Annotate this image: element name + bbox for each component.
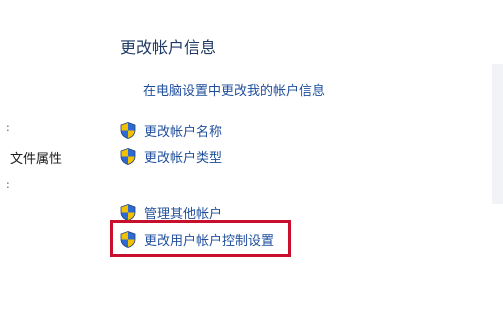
change-account-type-link[interactable]: 更改帐户类型 [120, 147, 223, 166]
uac-shield-icon [120, 147, 136, 165]
right-pane-edge [492, 64, 503, 204]
change-account-name-label: 更改帐户名称 [144, 124, 223, 140]
manage-other-accounts-link[interactable]: 管理其他帐户 [120, 203, 223, 222]
left-nav-marker: : [6, 121, 10, 134]
pc-settings-account-link[interactable]: 在电脑设置中更改我的帐户信息 [143, 80, 325, 99]
left-nav-pane: : 文件属性 : [0, 0, 100, 314]
change-account-name-link[interactable]: 更改帐户名称 [120, 121, 223, 140]
left-nav-item-file-properties[interactable]: 文件属性 [10, 148, 62, 167]
left-nav-marker: : [6, 178, 10, 191]
page-title: 更改帐户信息 [120, 38, 217, 57]
highlight-annotation-box [110, 220, 291, 257]
uac-shield-icon [120, 203, 136, 221]
manage-other-accounts-label: 管理其他帐户 [144, 206, 223, 222]
change-account-type-label: 更改帐户类型 [144, 150, 223, 166]
uac-shield-icon [120, 121, 136, 139]
control-panel-user-accounts: : 文件属性 : 更改帐户信息 在电脑设置中更改我的帐户信息 更改帐户名称 更改… [0, 0, 503, 314]
